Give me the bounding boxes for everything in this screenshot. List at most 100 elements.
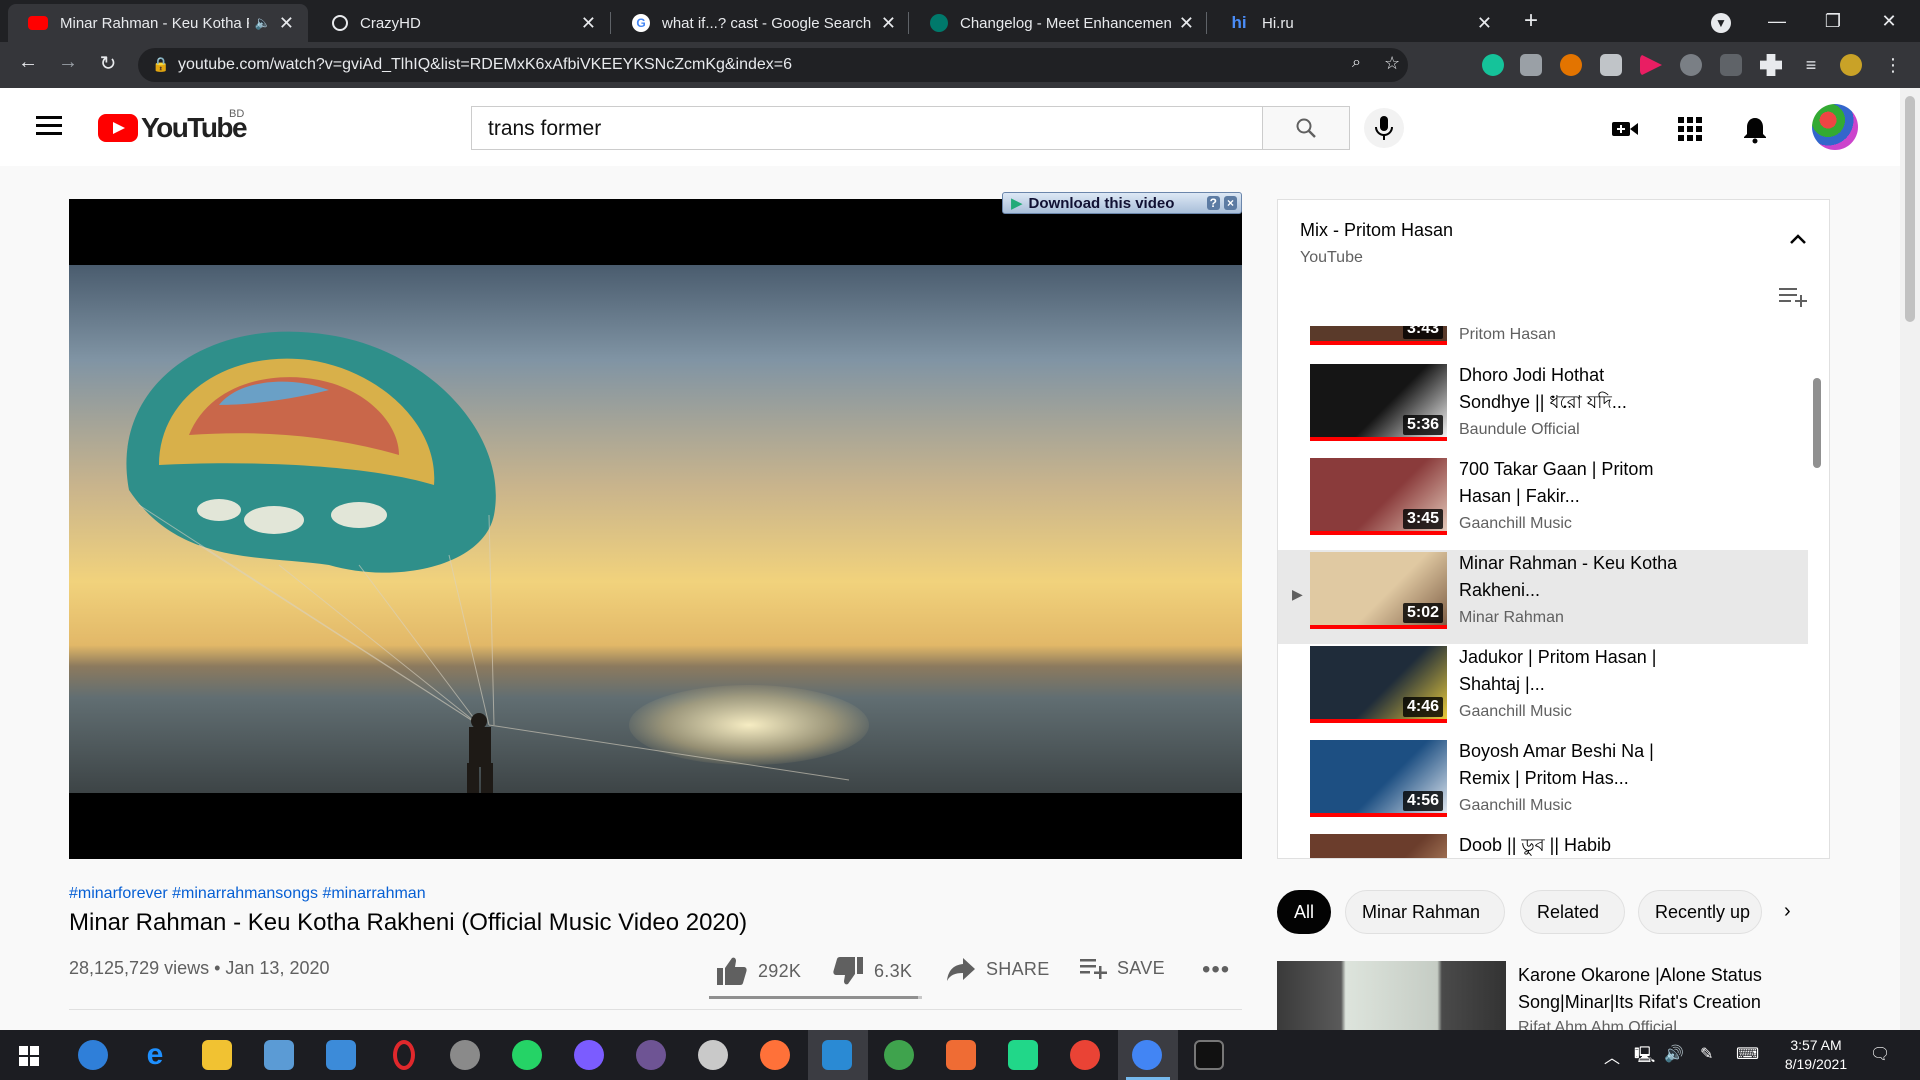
page-scrollbar[interactable] bbox=[1900, 88, 1920, 1030]
hamburger-menu-icon[interactable] bbox=[36, 116, 62, 136]
lock-icon[interactable]: 🔒 bbox=[152, 56, 169, 73]
download-close-button[interactable]: × bbox=[1223, 196, 1237, 210]
playlist-title[interactable]: Mix - Pritom Hasan bbox=[1300, 220, 1453, 241]
tab-search-button[interactable]: ▼ bbox=[1698, 4, 1744, 38]
playlist-item-current[interactable]: ▶ 5:02 Minar Rahman - Keu Kotha Rakheni...… bbox=[1278, 550, 1808, 644]
playlist-item-title[interactable]: Jadukor | Pritom Hasan | Shahtaj |... bbox=[1459, 644, 1679, 698]
terminal-icon[interactable] bbox=[1194, 1040, 1224, 1070]
tab-crazyhd[interactable]: CrazyHD ✕ bbox=[312, 4, 610, 42]
playlist-item[interactable]: 4:56 Boyosh Amar Beshi Na | Remix | Prito… bbox=[1278, 738, 1808, 832]
mail-icon[interactable] bbox=[326, 1040, 356, 1070]
create-video-icon[interactable] bbox=[1611, 116, 1638, 142]
voice-search-button[interactable] bbox=[1364, 108, 1404, 148]
close-tab-icon[interactable]: ✕ bbox=[1477, 13, 1492, 34]
recommendation-title[interactable]: Karone Okarone |Alone Status Song|Minar|… bbox=[1518, 962, 1848, 1016]
tab-hi-ru[interactable]: hi Hi.ru ✕ bbox=[1208, 4, 1506, 42]
playlist-thumbnail[interactable]: 4:46 bbox=[1310, 646, 1447, 723]
play-extension-icon[interactable] bbox=[1640, 54, 1662, 76]
playlist-item[interactable]: Doob || ডুব || Habib bbox=[1278, 832, 1808, 858]
chip-related[interactable]: Related bbox=[1520, 890, 1625, 934]
search-input[interactable] bbox=[488, 117, 1228, 141]
close-tab-icon[interactable]: ✕ bbox=[581, 13, 596, 34]
tab-youtube[interactable]: Minar Rahman - Keu Kotha R 🔈 ✕ bbox=[8, 4, 308, 42]
video-hashtags[interactable]: #minarforever #minarrahmansongs #minarra… bbox=[69, 885, 426, 903]
search-button[interactable] bbox=[1262, 106, 1350, 150]
account-avatar[interactable] bbox=[1812, 104, 1858, 150]
edge-icon[interactable]: e bbox=[140, 1040, 170, 1070]
share-button[interactable]: SHARE bbox=[946, 956, 1050, 982]
whatsapp-icon[interactable] bbox=[512, 1040, 542, 1070]
youtube-logo-icon[interactable] bbox=[98, 114, 138, 142]
chrome-icon[interactable] bbox=[1070, 1040, 1100, 1070]
speaker-icon[interactable]: 🔈 bbox=[255, 15, 271, 31]
close-window-button[interactable]: ✕ bbox=[1866, 4, 1912, 38]
playlist-item-title[interactable]: 700 Takar Gaan | Pritom Hasan | Fakir... bbox=[1459, 456, 1679, 510]
pen-icon[interactable]: ✎ bbox=[1700, 1044, 1713, 1064]
close-tab-icon[interactable]: ✕ bbox=[881, 13, 896, 34]
playlist-thumbnail[interactable]: 4:56 bbox=[1310, 740, 1447, 817]
save-playlist-icon[interactable] bbox=[1778, 284, 1808, 308]
video-frame[interactable] bbox=[69, 265, 1242, 793]
pycharm-icon[interactable] bbox=[1008, 1040, 1038, 1070]
playlist-item-title[interactable]: Dhoro Jodi Hothat Sondhye || ধরো যদি... bbox=[1459, 362, 1679, 416]
minimize-button[interactable]: — bbox=[1754, 4, 1800, 38]
grammarly-extension-icon[interactable] bbox=[1482, 54, 1504, 76]
page-scrollbar-thumb[interactable] bbox=[1905, 96, 1915, 322]
search-box[interactable] bbox=[471, 106, 1263, 150]
satellite-app-icon[interactable] bbox=[450, 1040, 480, 1070]
playlist-item-title[interactable]: Minar Rahman - Keu Kotha Rakheni... bbox=[1459, 550, 1679, 604]
playlist-item-title[interactable]: Boyosh Amar Beshi Na | Remix | Pritom Ha… bbox=[1459, 738, 1679, 792]
like-button[interactable]: 292K bbox=[716, 956, 801, 986]
qbittorrent-icon[interactable] bbox=[78, 1040, 108, 1070]
store-icon[interactable] bbox=[264, 1040, 294, 1070]
chevron-up-icon[interactable] bbox=[1786, 228, 1810, 252]
chevron-right-icon[interactable]: › bbox=[1784, 900, 1791, 923]
save-button[interactable]: SAVE bbox=[1079, 956, 1165, 980]
editor-app-icon[interactable] bbox=[946, 1040, 976, 1070]
address-bar[interactable]: 🔒 youtube.com/watch?v=gviAd_TlhIQ&list=R… bbox=[138, 48, 1408, 82]
file-explorer-icon[interactable] bbox=[202, 1040, 232, 1070]
new-tab-button[interactable]: + bbox=[1508, 4, 1554, 38]
playlist-thumbnail[interactable] bbox=[1310, 834, 1447, 858]
chip-recently-uploaded[interactable]: Recently up bbox=[1638, 890, 1762, 934]
notifications-bell-icon[interactable] bbox=[1742, 116, 1768, 144]
chip-minar-rahman[interactable]: Minar Rahman bbox=[1345, 890, 1505, 934]
network-icon[interactable]: 🖳 bbox=[1634, 1044, 1655, 1071]
download-help-button[interactable]: ? bbox=[1206, 196, 1220, 210]
playlist-thumbnail[interactable]: 5:36 bbox=[1310, 364, 1447, 441]
volume-icon[interactable]: 🔊 bbox=[1664, 1044, 1684, 1064]
opera-icon[interactable] bbox=[393, 1040, 415, 1070]
paint-app-icon[interactable] bbox=[698, 1040, 728, 1070]
playlist-item[interactable]: 3:45 700 Takar Gaan | Pritom Hasan | Faki… bbox=[1278, 456, 1808, 550]
extension-icon[interactable] bbox=[1600, 54, 1622, 76]
app-icon[interactable] bbox=[884, 1040, 914, 1070]
windows-start-icon[interactable] bbox=[19, 1046, 39, 1071]
playlist-thumbnail[interactable]: 5:02 bbox=[1310, 552, 1447, 629]
playlist-thumbnail[interactable]: 3:45 bbox=[1310, 458, 1447, 535]
bookmark-star-icon[interactable]: ☆ bbox=[1384, 53, 1400, 74]
zoom-icon[interactable]: ⌕ bbox=[1352, 54, 1361, 72]
firefox-icon[interactable] bbox=[760, 1040, 790, 1070]
notification-center-icon[interactable]: 🗨 bbox=[1870, 1044, 1890, 1064]
camera-extension-icon[interactable] bbox=[1520, 54, 1542, 76]
more-actions-icon[interactable]: ••• bbox=[1202, 956, 1230, 984]
playlist-scrollbar[interactable] bbox=[1813, 378, 1821, 468]
vscode-icon[interactable] bbox=[822, 1040, 852, 1070]
download-extension-icon[interactable] bbox=[1680, 54, 1702, 76]
chip-all[interactable]: All bbox=[1277, 890, 1331, 934]
puzzle-extensions-icon[interactable] bbox=[1760, 54, 1782, 76]
more-menu-icon[interactable]: ⋮ bbox=[1882, 54, 1904, 76]
keyboard-icon[interactable]: ⌨ bbox=[1736, 1044, 1759, 1064]
tray-chevron-up-icon[interactable]: ︿ bbox=[1604, 1044, 1620, 1068]
system-clock[interactable]: 3:57 AM 8/19/2021 bbox=[1771, 1036, 1861, 1074]
playlist-item-title[interactable]: Doob || ডুব || Habib bbox=[1459, 832, 1679, 858]
maximize-button[interactable]: ❐ bbox=[1810, 4, 1856, 38]
dislike-button[interactable]: 6.3K bbox=[832, 956, 912, 986]
tab-google-search[interactable]: G what if...? cast - Google Search ✕ bbox=[612, 4, 910, 42]
reload-button[interactable]: ↻ bbox=[94, 51, 122, 76]
back-button[interactable]: ← bbox=[14, 51, 42, 74]
profile-avatar-icon[interactable] bbox=[1840, 54, 1862, 76]
close-tab-icon[interactable]: ✕ bbox=[1179, 13, 1194, 34]
recommendation-thumbnail[interactable] bbox=[1277, 961, 1506, 1030]
playlist-item[interactable]: 5:36 Dhoro Jodi Hothat Sondhye || ধরো যদি… bbox=[1278, 362, 1808, 456]
